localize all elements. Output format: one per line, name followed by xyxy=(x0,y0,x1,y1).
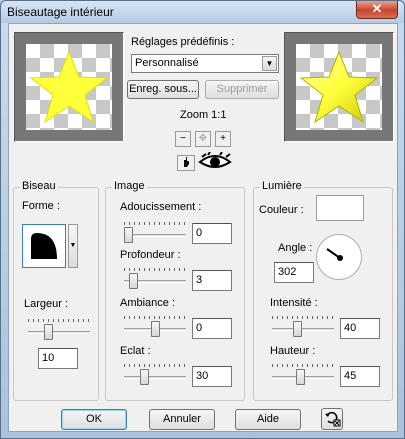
intensity-label: Intensité : xyxy=(270,297,318,309)
slider-ticks xyxy=(124,268,186,271)
depth-input[interactable]: 3 xyxy=(192,270,232,291)
width-input[interactable]: 10 xyxy=(38,348,78,369)
cancel-button[interactable]: Annuler xyxy=(149,409,215,430)
slider-thumb[interactable] xyxy=(293,321,303,337)
title-bar[interactable]: Biseautage intérieur ✕ xyxy=(1,1,404,23)
save-as-button[interactable]: Enreg. sous... xyxy=(127,80,199,99)
ambiance-label: Ambiance : xyxy=(120,297,176,309)
depth-label: Profondeur : xyxy=(120,249,181,261)
eye-icon[interactable] xyxy=(198,151,232,172)
height-input[interactable]: 45 xyxy=(340,366,380,387)
slider-thumb[interactable] xyxy=(124,227,133,243)
ok-button[interactable]: OK xyxy=(61,409,127,430)
zoom-in-icon[interactable]: + xyxy=(215,131,231,147)
zoom-label: Zoom 1:1 xyxy=(180,109,227,121)
slider-ticks xyxy=(272,316,334,319)
angle-needle xyxy=(326,248,343,261)
height-label: Hauteur : xyxy=(270,345,316,357)
slider-thumb[interactable] xyxy=(43,324,53,340)
dialog-client-area: Réglages prédéfinis : Personnalisé ▼ Enr… xyxy=(8,23,398,432)
slider-thumb[interactable] xyxy=(129,273,139,289)
reset-icon[interactable] xyxy=(321,408,343,430)
slider-ticks xyxy=(124,364,186,367)
bevel-group: Biseau Forme : ▼ Largeur : 10 xyxy=(13,180,99,401)
image-group: Image Adoucissement : 0 Profondeur : 3 A… xyxy=(105,180,245,401)
slider-thumb[interactable] xyxy=(295,369,305,385)
angle-dial[interactable] xyxy=(316,234,362,280)
presets-label: Réglages prédéfinis : xyxy=(131,36,235,48)
intensity-slider[interactable] xyxy=(272,316,334,338)
slider-ticks xyxy=(124,316,186,319)
light-color-swatch[interactable] xyxy=(316,195,364,221)
ambiance-input[interactable]: 0 xyxy=(192,318,232,339)
fit-view-icon[interactable]: ✥ xyxy=(195,131,211,147)
slider-track xyxy=(28,331,90,334)
ambiance-slider[interactable] xyxy=(124,316,186,338)
slider-track xyxy=(272,328,334,331)
shine-label: Eclat : xyxy=(120,345,151,357)
slider-thumb[interactable] xyxy=(150,321,160,337)
close-button[interactable]: ✕ xyxy=(356,1,398,19)
dialog-window: Biseautage intérieur ✕ Réglages prédéfin… xyxy=(0,0,405,439)
slider-thumb[interactable] xyxy=(139,369,149,385)
color-label: Couleur : xyxy=(259,204,304,216)
help-button[interactable]: Aide xyxy=(235,409,301,430)
slider-ticks xyxy=(124,222,186,225)
star-image xyxy=(29,50,109,124)
shine-input[interactable]: 30 xyxy=(192,366,232,387)
shine-slider[interactable] xyxy=(124,364,186,386)
slider-ticks xyxy=(272,364,334,367)
width-slider[interactable] xyxy=(28,319,90,341)
chevron-down-icon[interactable]: ▼ xyxy=(68,224,78,268)
light-group-title: Lumière xyxy=(260,180,304,192)
smoothing-input[interactable]: 0 xyxy=(192,223,232,244)
presets-dropdown[interactable]: Personnalisé ▼ xyxy=(131,54,279,73)
original-preview[interactable] xyxy=(14,32,124,142)
height-slider[interactable] xyxy=(272,364,334,386)
smoothing-slider[interactable] xyxy=(124,222,186,244)
smoothing-label: Adoucissement : xyxy=(120,201,202,213)
slider-ticks xyxy=(28,319,90,322)
zoom-out-icon[interactable]: − xyxy=(175,131,191,147)
chevron-down-icon[interactable]: ▼ xyxy=(262,56,277,71)
bevel-group-title: Biseau xyxy=(20,180,58,192)
shape-label: Forme : xyxy=(22,200,60,212)
angle-label: Angle : xyxy=(278,242,313,254)
depth-slider[interactable] xyxy=(124,268,186,290)
image-group-title: Image xyxy=(112,180,147,192)
slider-track xyxy=(124,376,186,379)
slider-track xyxy=(124,234,186,237)
result-preview[interactable] xyxy=(284,32,394,142)
delete-preset-button[interactable]: Supprimer xyxy=(205,80,279,99)
beveled-star-image xyxy=(299,50,379,124)
angle-input[interactable]: 302 xyxy=(274,262,314,283)
intensity-input[interactable]: 40 xyxy=(340,318,380,339)
bevel-shape-selector[interactable] xyxy=(22,224,66,268)
window-title: Biseautage intérieur xyxy=(7,5,114,19)
hand-tool-icon[interactable] xyxy=(177,155,195,171)
width-label: Largeur : xyxy=(24,298,69,310)
quarter-circle-icon xyxy=(31,233,57,259)
light-group: Lumière Couleur : Angle : 302 Intensité … xyxy=(253,180,393,401)
presets-selected-value: Personnalisé xyxy=(135,57,199,69)
